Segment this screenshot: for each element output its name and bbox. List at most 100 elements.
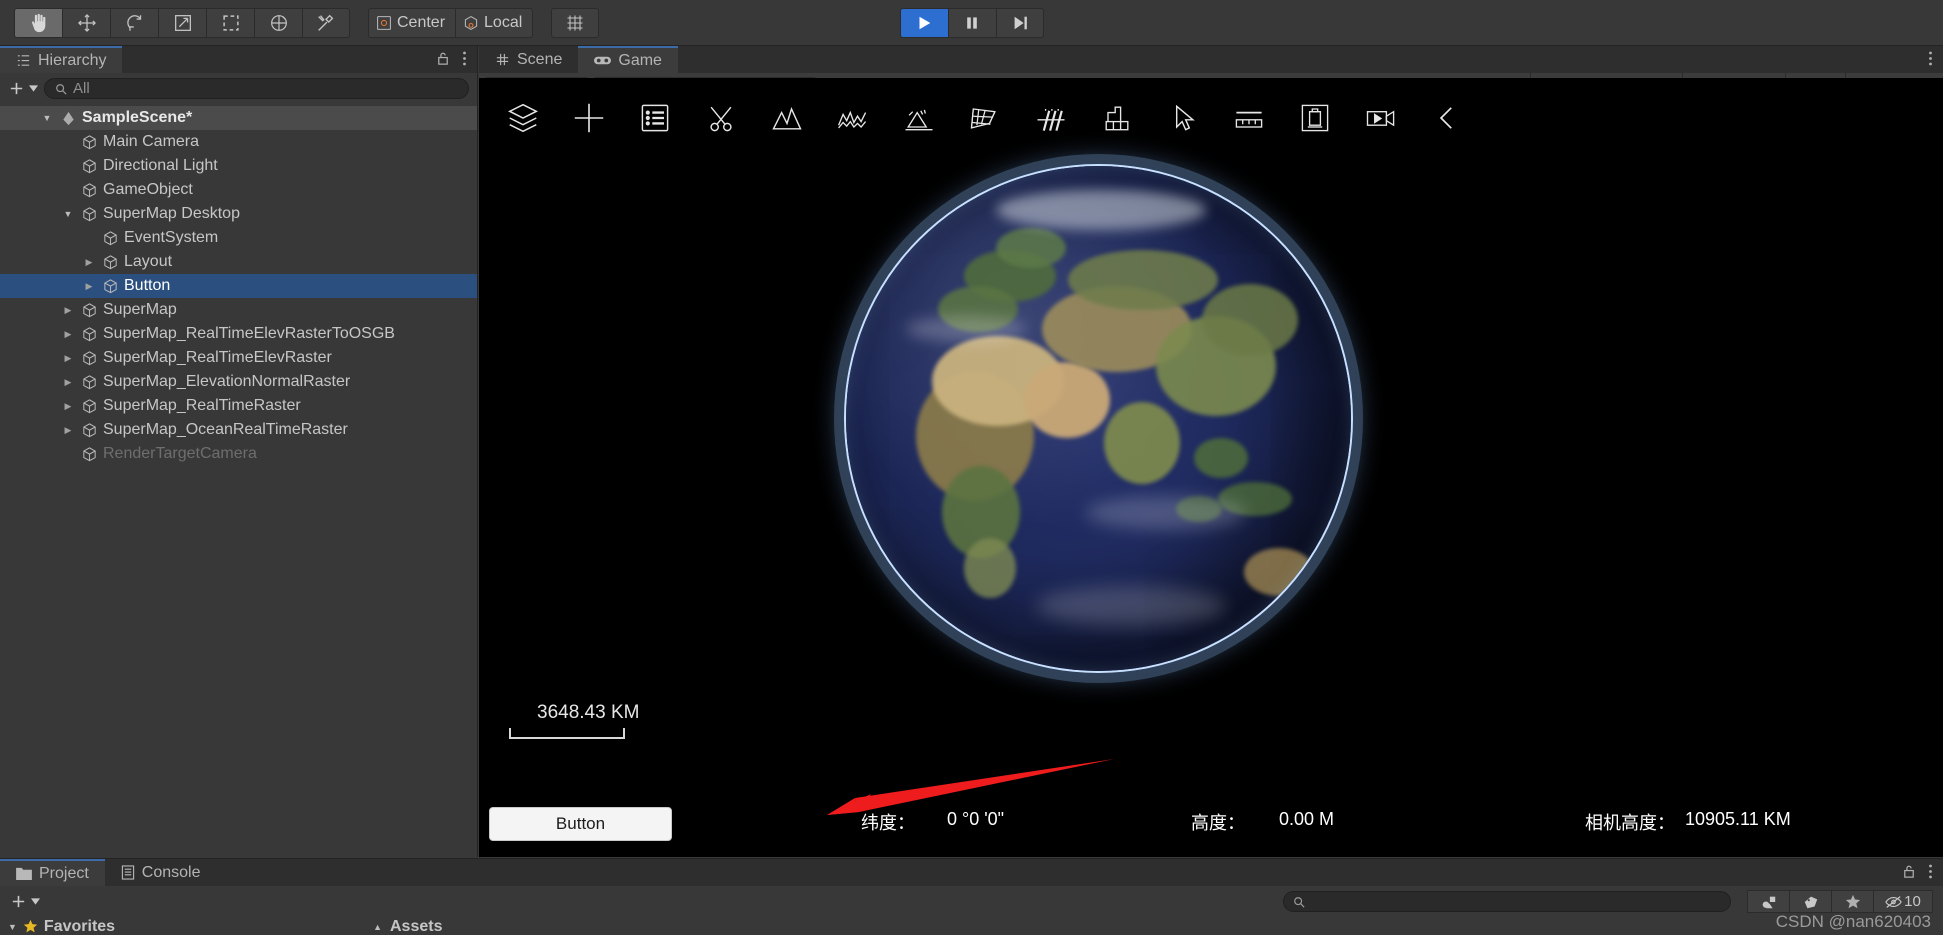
hierarchy-add-button[interactable] [8,80,38,97]
transform-tools-group [14,7,350,38]
hidden-count: 10 [1904,893,1921,910]
pivot-mode-button[interactable]: Center [368,7,456,38]
pivot-space-group: Center Local [368,7,534,38]
assets-item[interactable]: ▲ Assets [373,918,442,935]
tab-scene[interactable]: Scene [479,46,579,73]
step-button[interactable] [995,7,1044,38]
chevron-right-icon[interactable]: ▶ [82,257,96,268]
game-panel: Scene Game Display 1 Free Aspect Scale [479,46,1943,857]
favorites-label: Favorites [43,917,116,935]
main-toolbar: Center Local [0,0,1943,46]
rect-tool-button[interactable] [206,7,254,38]
space-mode-button[interactable]: Local [455,7,534,38]
tab-project-label: Project [39,864,89,882]
hidden-icon[interactable]: 10 [1873,890,1933,913]
tab-console[interactable]: Console [104,859,217,886]
hierarchy-item-label: GameObject [103,181,193,198]
project-filter-buttons: 10 [1747,890,1933,913]
game-ui-button-label: Button [555,814,606,833]
hierarchy-item-label: SuperMap_ElevationNormalRaster [103,373,351,390]
scene-icon [59,110,77,127]
chevron-up-icon: ▲ [373,921,382,932]
tab-console-label: Console [141,863,201,881]
hierarchy-item-supermap-oceanrealtimeraster[interactable]: ▶ SuperMap_OceanRealTimeRaster [0,418,477,442]
chevron-right-icon[interactable]: ▶ [61,401,75,412]
project-header-actions [1902,863,1933,885]
chevron-down-icon[interactable]: ▼ [40,113,54,123]
game-viewport[interactable]: 3648.43 KM Button 纬度： 0 °0 '0" 高度： 0.00 … [479,78,1943,857]
grid-snap-button[interactable] [551,7,600,38]
project-lock-icon[interactable] [1902,864,1916,884]
project-menu-icon[interactable] [1928,863,1933,885]
hierarchy-search-text: All [73,80,90,97]
latitude-label: 纬度： [861,813,915,833]
lock-icon[interactable] [436,51,450,71]
hierarchy-item-supermap-desktop[interactable]: ▼ SuperMap Desktop [0,202,477,226]
hierarchy-item-label: RenderTargetCamera [103,445,257,462]
chevron-right-icon[interactable]: ▶ [61,329,75,340]
assets-label: Assets [389,917,443,935]
hierarchy-menu-icon[interactable] [462,50,467,72]
game-header-actions [1928,50,1933,72]
gameobject-icon [80,182,98,199]
chevron-down-icon[interactable]: ▼ [61,209,75,219]
tag-icon[interactable] [1789,890,1831,913]
play-button[interactable] [899,7,948,38]
hierarchy-item-directional-light[interactable]: Directional Light [0,154,477,178]
tab-scene-label: Scene [517,50,563,68]
unity-editor-window: Center Local Hierarchy All ▼ SampleScene… [0,0,1943,935]
gameobject-icon [80,374,98,391]
hierarchy-item-supermap-realtimeelevraster[interactable]: ▶ SuperMap_RealTimeElevRaster [0,346,477,370]
transform-tool-button[interactable] [254,7,302,38]
move-tool-button[interactable] [62,7,110,38]
hand-tool-button[interactable] [14,7,62,38]
hierarchy-item-layout[interactable]: ▶ Layout [0,250,477,274]
gameobject-icon [80,134,98,151]
hierarchy-item-supermap-realtimeraster[interactable]: ▶ SuperMap_RealTimeRaster [0,394,477,418]
game-ui-button[interactable]: Button [489,807,672,841]
chevron-right-icon[interactable]: ▶ [61,425,75,436]
hierarchy-item-label: SampleScene* [82,109,193,126]
gameobject-icon [80,158,98,175]
hierarchy-item-supermap-elevationnormalraster[interactable]: ▶ SuperMap_ElevationNormalRaster [0,370,477,394]
scale-tool-button[interactable] [158,7,206,38]
space-mode-label: Local [484,13,523,31]
project-add-button[interactable] [10,893,40,910]
tab-project[interactable]: Project [0,859,105,886]
gameobject-icon [101,278,119,295]
hierarchy-item-label: EventSystem [124,229,219,246]
hierarchy-item-supermap[interactable]: ▶ SuperMap [0,298,477,322]
hierarchy-item-label: SuperMap_RealTimeElevRasterToOSGB [103,325,395,342]
chevron-right-icon[interactable]: ▶ [82,281,96,292]
gameobject-icon [80,326,98,343]
chevron-right-icon[interactable]: ▶ [61,377,75,388]
height-label: 高度： [1191,813,1245,833]
tab-game[interactable]: Game [578,46,678,73]
chevron-right-icon[interactable]: ▶ [61,305,75,316]
project-tabrow: Project Console [0,859,1943,886]
hierarchy-item-main-camera[interactable]: Main Camera [0,130,477,154]
grid-snap-group [551,7,600,38]
favorites-item[interactable]: ▼ Favorites [0,918,115,935]
watermark: CSDN @nan620403 [1775,912,1931,931]
star-icon[interactable] [1831,890,1873,913]
hierarchy-item-label: SuperMap_RealTimeElevRaster [103,349,332,366]
hierarchy-item-supermap-realtimeelevrastertoosgb[interactable]: ▶ SuperMap_RealTimeElevRasterToOSGB [0,322,477,346]
custom-tool-button[interactable] [302,7,350,38]
hierarchy-item-rendertargetcamera[interactable]: RenderTargetCamera [0,442,477,466]
hierarchy-tabrow: Hierarchy [0,46,477,73]
hierarchy-search-input[interactable]: All [44,78,469,99]
tab-game-label: Game [618,51,662,69]
hierarchy-item-eventsystem[interactable]: EventSystem [0,226,477,250]
project-search-input[interactable] [1283,891,1731,912]
packages-icon[interactable] [1747,890,1789,913]
hierarchy-item-gameobject[interactable]: GameObject [0,178,477,202]
pause-button[interactable] [947,7,996,38]
rotate-tool-button[interactable] [110,7,158,38]
hierarchy-item-samplescene[interactable]: ▼ SampleScene* [0,106,477,130]
tab-hierarchy[interactable]: Hierarchy [0,46,123,73]
gameobject-icon [80,302,98,319]
hierarchy-item-button[interactable]: ▶ Button [0,274,477,298]
game-menu-icon[interactable] [1928,50,1933,72]
chevron-right-icon[interactable]: ▶ [61,353,75,364]
